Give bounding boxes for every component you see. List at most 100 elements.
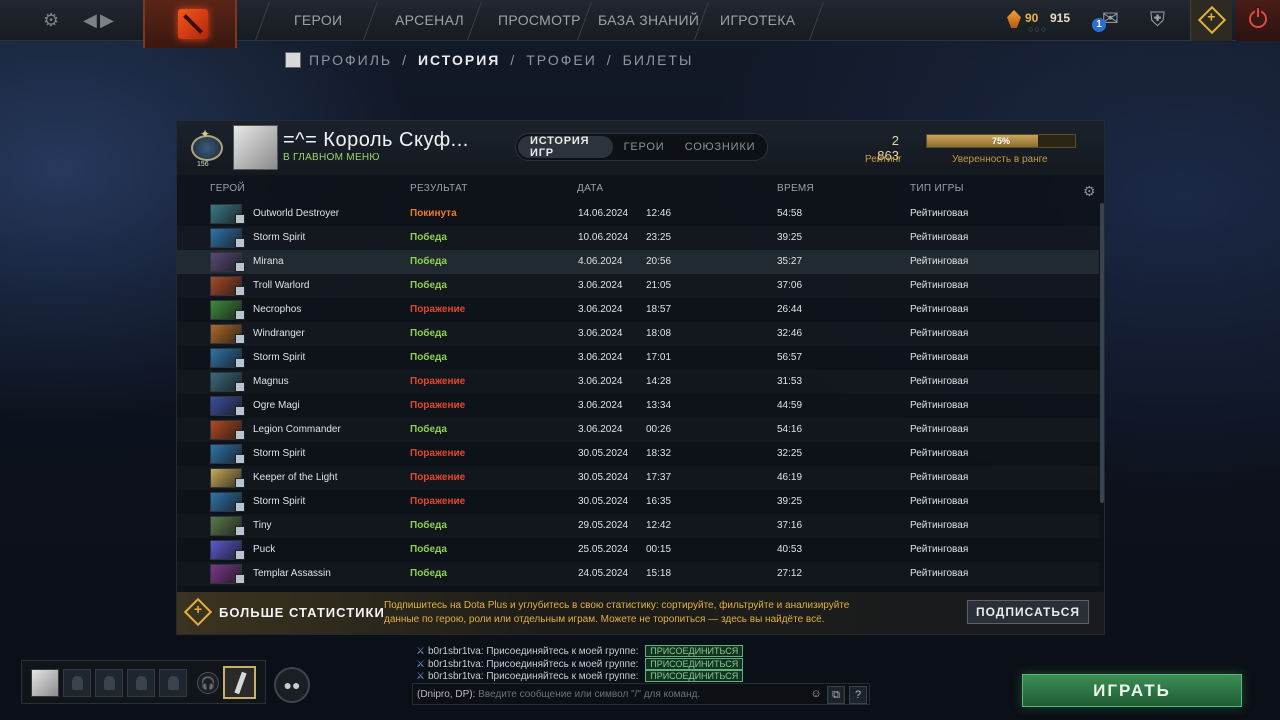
match-time: 12:42 bbox=[646, 520, 672, 531]
forward-arrow-icon[interactable]: ▶ bbox=[100, 10, 114, 30]
role-icon bbox=[235, 238, 245, 248]
match-date: 10.06.2024 bbox=[578, 232, 629, 243]
armory-icon[interactable]: ⛨ bbox=[1150, 10, 1165, 30]
party-slot[interactable] bbox=[95, 669, 123, 697]
role-icon bbox=[235, 286, 245, 296]
match-list: Outworld Destroyer Покинута 14.06.2024 12:4… bbox=[177, 202, 1099, 590]
headset-icon[interactable]: 🎧 bbox=[197, 672, 219, 694]
match-duration: 39:25 bbox=[777, 496, 803, 507]
party-slot-self[interactable] bbox=[31, 669, 59, 697]
confidence-bar: 75% bbox=[926, 134, 1076, 148]
col-game-type[interactable]: ТИП ИГРЫ bbox=[910, 183, 964, 194]
profile-avatar[interactable] bbox=[233, 125, 278, 170]
join-button[interactable]: ПРИСОЕДИНИТЬСЯ bbox=[645, 645, 744, 657]
join-button[interactable]: ПРИСОЕДИНИТЬСЯ bbox=[645, 658, 744, 670]
table-row[interactable]: Storm Spirit Победа 10.06.2024 23:25 39:25 Ре… bbox=[177, 226, 1099, 250]
subnav-profile[interactable]: ПРОФИЛЬ bbox=[309, 52, 392, 68]
match-duration: 44:59 bbox=[777, 400, 803, 411]
hero-name: Storm Spirit bbox=[253, 352, 306, 363]
table-row[interactable]: Tiny Победа 29.05.2024 12:42 37:16 Рейтингова… bbox=[177, 514, 1099, 538]
col-hero[interactable]: ГЕРОЙ bbox=[210, 183, 245, 194]
chat-window-icon[interactable]: ⧉ bbox=[827, 686, 845, 704]
nav-knowledge-base[interactable]: БАЗА ЗНАНИЙ bbox=[598, 12, 699, 28]
nav-arsenal[interactable]: АРСЕНАЛ bbox=[395, 12, 464, 28]
table-row[interactable]: Ogre Magi Поражение 3.06.2024 13:34 44:59 Рей… bbox=[177, 394, 1099, 418]
col-date[interactable]: ДАТА bbox=[577, 183, 603, 194]
game-type: Рейтинговая bbox=[910, 280, 969, 291]
game-type: Рейтинговая bbox=[910, 496, 969, 507]
shards-icon[interactable] bbox=[1007, 10, 1021, 28]
role-icon bbox=[235, 334, 245, 344]
history-tab-group: ИСТОРИЯ ИГР ГЕРОИ СОЮЗНИКИ bbox=[515, 133, 768, 161]
power-icon bbox=[1249, 8, 1267, 28]
tab-match-history[interactable]: ИСТОРИЯ ИГР bbox=[518, 135, 613, 159]
battlepass-icon[interactable] bbox=[223, 666, 256, 699]
table-row[interactable]: Troll Warlord Победа 3.06.2024 21:05 37:06 Ре… bbox=[177, 274, 1099, 298]
chat-channel: (Dnipro, DP): bbox=[417, 689, 476, 700]
table-row[interactable]: Windranger Победа 3.06.2024 18:08 32:46 Рейти… bbox=[177, 322, 1099, 346]
game-type: Рейтинговая bbox=[910, 208, 969, 219]
dota-logo-tab[interactable] bbox=[143, 0, 237, 48]
table-row[interactable]: Keeper of the Light Поражение 30.05.2024 17… bbox=[177, 466, 1099, 490]
party-slot[interactable] bbox=[63, 669, 91, 697]
scrollbar[interactable] bbox=[1100, 203, 1104, 503]
friends-icon[interactable]: ●● bbox=[274, 667, 310, 703]
table-row[interactable]: Necrophos Поражение 3.06.2024 18:57 26:44 Рей… bbox=[177, 298, 1099, 322]
match-time: 12:46 bbox=[646, 208, 672, 219]
table-row[interactable]: Mirana Победа 4.06.2024 20:56 35:27 Рейтингов… bbox=[177, 250, 1099, 274]
match-duration: 26:44 bbox=[777, 304, 803, 315]
emoji-icon[interactable]: ☺ bbox=[807, 686, 825, 704]
mail-count-badge: 1 bbox=[1092, 18, 1106, 32]
play-button[interactable]: ИГРАТЬ bbox=[1022, 674, 1242, 707]
chat-input[interactable]: (Dnipro, DP): Введите сообщение или симв… bbox=[412, 683, 870, 705]
role-icon bbox=[235, 310, 245, 320]
table-row[interactable]: Templar Assassin Победа 24.05.2024 15:18 27:… bbox=[177, 562, 1099, 586]
subnav-history[interactable]: ИСТОРИЯ bbox=[418, 52, 500, 68]
user-icon bbox=[168, 676, 179, 690]
table-row[interactable]: Legion Commander Победа 3.06.2024 00:26 54:1… bbox=[177, 418, 1099, 442]
nav-arcade[interactable]: ИГРОТЕКА bbox=[720, 12, 795, 28]
col-result[interactable]: РЕЗУЛЬТАТ bbox=[410, 183, 468, 194]
party-slot[interactable] bbox=[159, 669, 187, 697]
back-arrow-icon[interactable]: ◀ bbox=[83, 10, 97, 30]
help-icon[interactable]: ? bbox=[849, 686, 867, 704]
hero-name: Troll Warlord bbox=[253, 280, 310, 291]
nav-watch[interactable]: ПРОСМОТР bbox=[498, 12, 581, 28]
subnav-tickets[interactable]: БИЛЕТЫ bbox=[623, 52, 694, 68]
col-duration[interactable]: ВРЕМЯ bbox=[777, 183, 814, 194]
nav-heroes[interactable]: ГЕРОИ bbox=[294, 12, 342, 28]
game-type: Рейтинговая bbox=[910, 424, 969, 435]
exit-button[interactable] bbox=[1236, 0, 1280, 41]
table-row[interactable]: Outworld Destroyer Покинута 14.06.2024 12:4… bbox=[177, 202, 1099, 226]
table-row[interactable]: Puck Победа 25.05.2024 00:15 40:53 Рейтингова… bbox=[177, 538, 1099, 562]
tab-heroes[interactable]: ГЕРОИ bbox=[613, 136, 675, 158]
table-row[interactable]: Storm Spirit Поражение 30.05.2024 18:32 32:2… bbox=[177, 442, 1099, 466]
tab-allies[interactable]: СОЮЗНИКИ bbox=[675, 136, 765, 158]
match-result: Поражение bbox=[410, 376, 466, 387]
match-date: 3.06.2024 bbox=[578, 352, 623, 363]
match-date: 3.06.2024 bbox=[578, 376, 623, 387]
match-duration: 40:53 bbox=[777, 544, 803, 555]
rank-medal-icon[interactable]: ✦ 156 bbox=[187, 127, 227, 169]
settings-icon[interactable]: ⚙ bbox=[43, 10, 59, 30]
subscribe-button[interactable]: ПОДПИСАТЬСЯ bbox=[967, 600, 1089, 624]
nav-separator bbox=[467, 2, 482, 40]
chat-message: ⚔ b0r1sbr1tva: Присоединяйтесь к моей гру… bbox=[416, 658, 744, 670]
currency-secondary: 915 bbox=[1050, 11, 1071, 25]
match-result: Победа bbox=[410, 544, 447, 555]
profile-subnav: ПРОФИЛЬ / ИСТОРИЯ / ТРОФЕИ / БИЛЕТЫ bbox=[285, 50, 693, 70]
subnav-trophies[interactable]: ТРОФЕИ bbox=[526, 52, 597, 68]
gear-icon[interactable]: ⚙ bbox=[1083, 183, 1096, 200]
role-icon bbox=[235, 430, 245, 440]
table-row[interactable]: Magnus Поражение 3.06.2024 14:28 31:53 Рейтин… bbox=[177, 370, 1099, 394]
hero-name: Tiny bbox=[253, 520, 272, 531]
match-result: Поражение bbox=[410, 472, 466, 483]
chat-message: ⚔ b0r1sbr1tva: Присоединяйтесь к моей гру… bbox=[416, 670, 744, 682]
join-button[interactable]: ПРИСОЕДИНИТЬСЯ bbox=[645, 670, 744, 682]
match-duration: 31:53 bbox=[777, 376, 803, 387]
table-row[interactable]: Storm Spirit Поражение 30.05.2024 16:35 39:2… bbox=[177, 490, 1099, 514]
table-row[interactable]: Storm Spirit Победа 3.06.2024 17:01 56:57 Рей… bbox=[177, 346, 1099, 370]
dota-plus-button[interactable]: + bbox=[1190, 0, 1232, 41]
game-type: Рейтинговая bbox=[910, 376, 969, 387]
party-slot[interactable] bbox=[127, 669, 155, 697]
